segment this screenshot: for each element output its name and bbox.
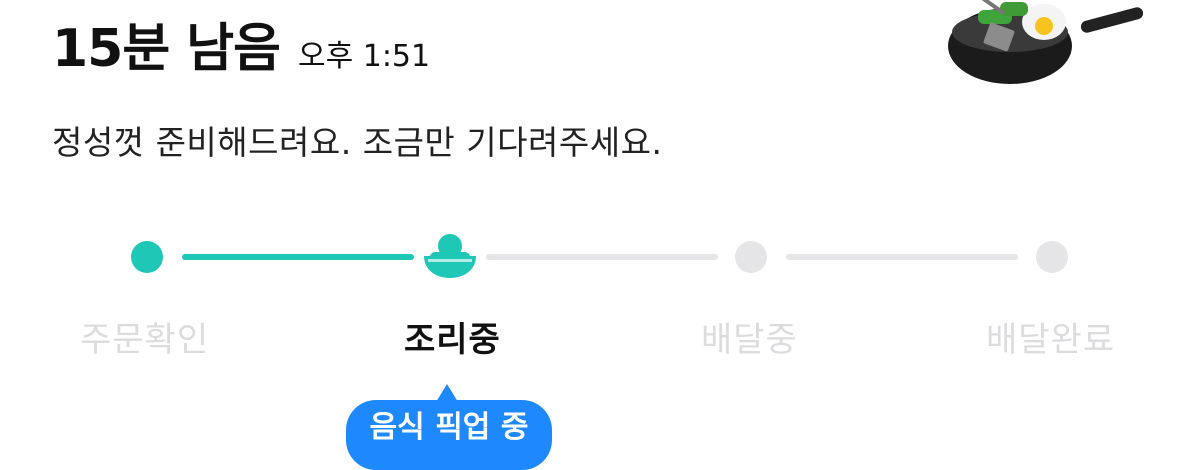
step-bar-1 bbox=[182, 254, 414, 260]
step-label-order-confirmed: 주문확인 bbox=[80, 320, 210, 360]
step-label-delivering: 배달중 bbox=[701, 320, 798, 360]
step-dot-delivered bbox=[1036, 241, 1068, 273]
step-dot-delivering bbox=[735, 241, 767, 273]
order-status-header: 15분 남음 오후 1:51 bbox=[52, 6, 430, 81]
step-label-cooking: 조리중 bbox=[404, 320, 501, 360]
eta-time: 오후 1:51 bbox=[298, 39, 431, 74]
step-bar-3 bbox=[786, 254, 1018, 260]
tooltip-text: 음식 픽업 중 bbox=[346, 400, 552, 470]
eta-remaining: 15분 남음 bbox=[52, 19, 281, 79]
step-label-delivered: 배달완료 bbox=[986, 320, 1116, 360]
step-dot-order-confirmed bbox=[131, 241, 163, 273]
status-message: 정성껏 준비해드려요. 조금만 기다려주세요. bbox=[52, 123, 663, 162]
step-bar-2 bbox=[486, 254, 718, 260]
rice-bowl-icon bbox=[424, 234, 476, 278]
frying-pan-icon bbox=[948, 0, 1144, 84]
